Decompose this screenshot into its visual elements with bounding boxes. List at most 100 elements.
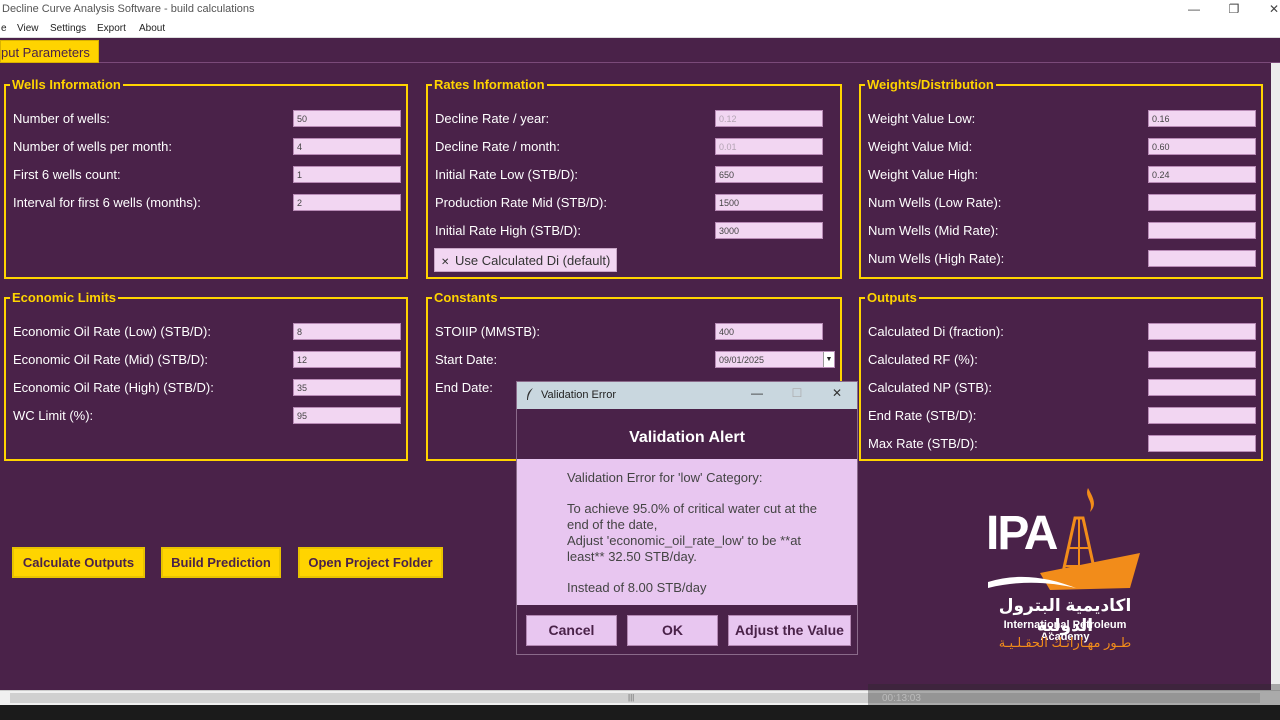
weight-high-input[interactable]: 0.24: [1148, 166, 1256, 183]
dialog-window-title: Validation Error: [541, 389, 616, 401]
chevron-down-icon[interactable]: ▼: [823, 352, 834, 367]
start-date-dropdown[interactable]: 09/01/2025 ▼: [715, 351, 835, 368]
playback-time: 00:13:03: [882, 693, 921, 704]
dialog-maximize-icon: ☐: [791, 386, 803, 400]
economic-oil-rate-mid-input[interactable]: 12: [293, 351, 401, 368]
wells-label: Number of wells per month:: [13, 139, 172, 154]
rates-label: Decline Rate / year:: [435, 111, 550, 126]
weights-label: Num Wells (Low Rate):: [868, 195, 1002, 210]
vertical-scrollbar[interactable]: [1271, 63, 1280, 690]
dialog-titlebar: Validation Error — ☐ ✕: [517, 382, 857, 409]
scrollbar-grip-icon: |||: [628, 693, 635, 702]
cancel-button[interactable]: Cancel: [526, 615, 617, 646]
outputs-label: Max Rate (STB/D):: [868, 436, 978, 451]
weights-label: Num Wells (High Rate):: [868, 251, 1005, 266]
economic-label: WC Limit (%):: [13, 408, 94, 423]
wells-panel-title: Wells Information: [10, 77, 123, 92]
checkbox-label: Use Calculated Di (default): [455, 253, 611, 268]
dialog-minimize-icon[interactable]: —: [747, 386, 767, 400]
dialog-message-line: To achieve 95.0% of critical water cut a…: [567, 501, 818, 532]
production-rate-mid-input[interactable]: 1500: [715, 194, 823, 211]
rates-panel-title: Rates Information: [432, 77, 547, 92]
menu-item-settings[interactable]: Settings: [50, 23, 86, 34]
decline-rate-year-input: 0.12: [715, 110, 823, 127]
constants-label: STOIIP (MMSTB):: [435, 324, 540, 339]
num-wells-mid-output[interactable]: [1148, 222, 1256, 239]
wells-panel: Wells Information Number of wells: 50 Nu…: [4, 77, 408, 279]
calculated-np-output[interactable]: [1148, 379, 1256, 396]
num-wells-high-output[interactable]: [1148, 250, 1256, 267]
weight-mid-input[interactable]: 0.60: [1148, 138, 1256, 155]
dialog-close-icon[interactable]: ✕: [827, 386, 847, 400]
economic-oil-rate-low-input[interactable]: 8: [293, 323, 401, 340]
wells-per-month-input[interactable]: 4: [293, 138, 401, 155]
logo-slogan: طـور مهـاراتـك الحقـلـيـة: [998, 635, 1132, 650]
economic-label: Economic Oil Rate (Mid) (STB/D):: [13, 352, 209, 367]
close-icon[interactable]: ✕: [1264, 2, 1280, 16]
window-title: Decline Curve Analysis Software - build …: [2, 3, 255, 15]
wells-label: First 6 wells count:: [13, 167, 121, 182]
menu-item-view[interactable]: View: [17, 23, 39, 34]
menu-bar: e View Settings Export About: [0, 20, 1280, 38]
dialog-header: Validation Alert: [517, 409, 857, 459]
weight-low-input[interactable]: 0.16: [1148, 110, 1256, 127]
calculated-rf-output[interactable]: [1148, 351, 1256, 368]
wc-limit-input[interactable]: 95: [293, 407, 401, 424]
build-prediction-button[interactable]: Build Prediction: [161, 547, 281, 578]
stoiip-input[interactable]: 400: [715, 323, 823, 340]
adjust-value-button[interactable]: Adjust the Value: [728, 615, 851, 646]
outputs-label: End Rate (STB/D):: [868, 408, 977, 423]
dialog-message: Validation Error for 'low' Category: To …: [567, 470, 827, 596]
checkbox-check-icon: ✕: [441, 257, 450, 268]
validation-error-dialog: Validation Error — ☐ ✕ Validation Alert …: [516, 381, 858, 655]
outputs-label: Calculated Di (fraction):: [868, 324, 1004, 339]
tab-input-parameters[interactable]: put Parameters: [0, 40, 99, 63]
menu-item-export[interactable]: Export: [97, 23, 126, 34]
weights-label: Weight Value Low:: [868, 111, 976, 126]
weights-label: Num Wells (Mid Rate):: [868, 223, 999, 238]
maximize-icon[interactable]: ❐: [1224, 2, 1244, 16]
max-rate-output[interactable]: [1148, 435, 1256, 452]
ok-button[interactable]: OK: [627, 615, 718, 646]
feather-icon: [525, 387, 535, 404]
constants-label: End Date:: [435, 380, 493, 395]
dialog-message-line: Instead of 8.00 STB/day: [567, 580, 707, 595]
number-of-wells-input[interactable]: 50: [293, 110, 401, 127]
rates-label: Initial Rate High (STB/D):: [435, 223, 581, 238]
ipa-logo: IPA اكاديمية البترول الدولية Internation…: [980, 478, 1150, 658]
tab-divider: [99, 62, 1280, 63]
num-wells-low-output[interactable]: [1148, 194, 1256, 211]
outputs-label: Calculated RF (%):: [868, 352, 978, 367]
outputs-panel: Outputs Calculated Di (fraction): Calcul…: [859, 290, 1263, 461]
initial-rate-high-input[interactable]: 3000: [715, 222, 823, 239]
economic-label: Economic Oil Rate (Low) (STB/D):: [13, 324, 211, 339]
initial-rate-low-input[interactable]: 650: [715, 166, 823, 183]
calculated-di-output[interactable]: [1148, 323, 1256, 340]
economic-label: Economic Oil Rate (High) (STB/D):: [13, 380, 214, 395]
first-six-wells-count-input[interactable]: 1: [293, 166, 401, 183]
rates-panel: Rates Information Decline Rate / year: 0…: [426, 77, 842, 279]
economic-oil-rate-high-input[interactable]: 35: [293, 379, 401, 396]
calculate-outputs-button[interactable]: Calculate Outputs: [12, 547, 145, 578]
window-titlebar: Decline Curve Analysis Software - build …: [0, 0, 1280, 20]
dialog-footer: Cancel OK Adjust the Value: [517, 605, 857, 654]
end-rate-output[interactable]: [1148, 407, 1256, 424]
outputs-panel-title: Outputs: [865, 290, 919, 305]
minimize-icon[interactable]: —: [1184, 2, 1204, 16]
rates-label: Initial Rate Low (STB/D):: [435, 167, 579, 182]
weights-label: Weight Value High:: [868, 167, 979, 182]
use-calculated-di-checkbox[interactable]: ✕ Use Calculated Di (default): [434, 248, 618, 272]
rates-label: Decline Rate / month:: [435, 139, 561, 154]
wells-label: Interval for first 6 wells (months):: [13, 195, 201, 210]
wells-label: Number of wells:: [13, 111, 110, 126]
dialog-message-line: Adjust 'economic_oil_rate_low' to be **a…: [567, 533, 802, 564]
constants-panel-title: Constants: [432, 290, 500, 305]
open-project-folder-button[interactable]: Open Project Folder: [298, 547, 443, 578]
start-date-value: 09/01/2025: [719, 355, 765, 365]
menu-item-file[interactable]: e: [1, 23, 7, 34]
weights-label: Weight Value Mid:: [868, 139, 973, 154]
interval-first-six-input[interactable]: 2: [293, 194, 401, 211]
menu-item-about[interactable]: About: [139, 23, 165, 34]
weights-panel-title: Weights/Distribution: [865, 77, 996, 92]
economic-panel: Economic Limits Economic Oil Rate (Low) …: [4, 290, 408, 461]
